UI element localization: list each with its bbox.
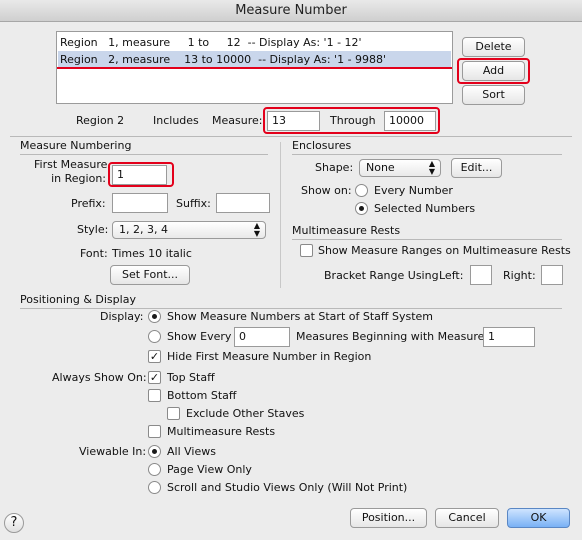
- section-rule: [292, 239, 562, 240]
- page-view-only-radio[interactable]: [148, 463, 161, 476]
- section-rule: [292, 154, 562, 155]
- every-number-radio[interactable]: [355, 184, 368, 197]
- show-ranges-checkbox[interactable]: [300, 244, 313, 257]
- show-at-start-radio[interactable]: [148, 310, 161, 323]
- measure-from-field[interactable]: 13: [267, 111, 320, 131]
- region-label: Region 2: [76, 114, 125, 127]
- vertical-divider: [280, 142, 281, 288]
- measure-label: Measure:: [212, 114, 263, 127]
- exclude-other-label[interactable]: Exclude Other Staves: [186, 407, 304, 421]
- beginning-measure-field[interactable]: 1: [483, 327, 535, 347]
- section-rule: [20, 308, 562, 309]
- ok-button[interactable]: OK: [507, 508, 570, 528]
- hide-first-checkbox[interactable]: ✓: [148, 350, 161, 363]
- window-titlebar: Measure Number: [0, 0, 582, 22]
- show-at-start-label[interactable]: Show Measure Numbers at Start of Staff S…: [167, 310, 433, 324]
- all-views-radio[interactable]: [148, 445, 161, 458]
- selected-numbers-radio[interactable]: [355, 202, 368, 215]
- show-every-field[interactable]: 0: [234, 327, 290, 347]
- set-font-button[interactable]: Set Font...: [110, 265, 190, 285]
- bracket-range-label: Bracket Range Using: [324, 269, 439, 282]
- font-label: Font:: [80, 247, 108, 260]
- shape-popup[interactable]: None ▲ ▼: [359, 159, 441, 177]
- bottom-staff-label[interactable]: Bottom Staff: [167, 389, 236, 403]
- list-item-selected[interactable]: Region 2, measure 13 to 10000 -- Display…: [58, 51, 451, 68]
- show-every-label[interactable]: Show Every: [167, 330, 231, 344]
- first-measure-label: First Measure: [34, 158, 108, 171]
- scroll-studio-label[interactable]: Scroll and Studio Views Only (Will Not P…: [167, 481, 407, 495]
- positioning-title: Positioning & Display: [20, 293, 136, 306]
- always-show-label: Always Show On:: [52, 371, 147, 384]
- cancel-button[interactable]: Cancel: [435, 508, 499, 528]
- chevron-updown-icon: ▲ ▼: [253, 221, 260, 238]
- first-measure-label-line2: in Region:: [51, 172, 106, 185]
- multimeasure-rests-checkbox[interactable]: [148, 425, 161, 438]
- chevron-updown-icon: ▲ ▼: [428, 159, 435, 176]
- top-staff-label[interactable]: Top Staff: [167, 371, 215, 385]
- first-measure-field[interactable]: 1: [112, 165, 167, 185]
- suffix-field[interactable]: [216, 193, 270, 213]
- selected-numbers-label[interactable]: Selected Numbers: [374, 202, 475, 216]
- bracket-right-field[interactable]: [541, 265, 563, 285]
- enclosures-title: Enclosures: [292, 139, 352, 152]
- all-views-label[interactable]: All Views: [167, 445, 216, 459]
- top-staff-checkbox[interactable]: ✓: [148, 371, 161, 384]
- hide-first-label[interactable]: Hide First Measure Number in Region: [167, 350, 371, 364]
- show-ranges-label[interactable]: Show Measure Ranges on Multimeasure Rest…: [318, 244, 571, 258]
- bottom-staff-checkbox[interactable]: [148, 389, 161, 402]
- multimeasure-rests-label[interactable]: Multimeasure Rests: [167, 425, 275, 439]
- prefix-field[interactable]: [112, 193, 168, 213]
- page-view-only-label[interactable]: Page View Only: [167, 463, 252, 477]
- exclude-other-checkbox[interactable]: [167, 407, 180, 420]
- suffix-label: Suffix:: [176, 197, 211, 210]
- list-item[interactable]: Region 1, measure 1 to 12 -- Display As:…: [58, 34, 451, 51]
- font-value: Times 10 italic: [112, 247, 192, 260]
- show-every-radio[interactable]: [148, 330, 161, 343]
- divider: [10, 136, 572, 137]
- includes-label: Includes: [153, 114, 199, 127]
- viewable-label: Viewable In:: [79, 445, 147, 458]
- every-number-label[interactable]: Every Number: [374, 184, 453, 198]
- delete-button[interactable]: Delete: [462, 37, 525, 57]
- section-rule: [20, 154, 268, 155]
- edit-button[interactable]: Edit...: [451, 158, 502, 178]
- show-on-label: Show on:: [301, 184, 352, 197]
- add-button[interactable]: Add: [462, 61, 525, 81]
- multimeasure-title: Multimeasure Rests: [292, 224, 401, 237]
- sort-button[interactable]: Sort: [462, 85, 525, 105]
- position-button[interactable]: Position...: [350, 508, 427, 528]
- style-label: Style:: [77, 223, 109, 236]
- highlight-underline: [57, 67, 452, 69]
- display-label: Display:: [100, 310, 144, 323]
- measure-numbering-title: Measure Numbering: [20, 139, 132, 152]
- style-popup[interactable]: 1, 2, 3, 4 ▲ ▼: [112, 221, 266, 239]
- measure-through-field[interactable]: 10000: [384, 111, 436, 131]
- regions-list[interactable]: Region 1, measure 1 to 12 -- Display As:…: [56, 31, 453, 104]
- style-popup-value: 1, 2, 3, 4: [119, 223, 168, 236]
- help-button[interactable]: ?: [4, 513, 24, 533]
- through-label: Through: [330, 114, 376, 127]
- shape-popup-value: None: [366, 161, 395, 174]
- bracket-left-field[interactable]: [470, 265, 492, 285]
- shape-label: Shape:: [315, 161, 354, 174]
- scroll-studio-radio[interactable]: [148, 481, 161, 494]
- prefix-label: Prefix:: [71, 197, 106, 210]
- right-label: Right:: [503, 269, 536, 282]
- measures-beginning-label: Measures Beginning with Measure: [296, 330, 485, 343]
- left-label: Left:: [439, 269, 464, 282]
- window-title: Measure Number: [235, 3, 347, 18]
